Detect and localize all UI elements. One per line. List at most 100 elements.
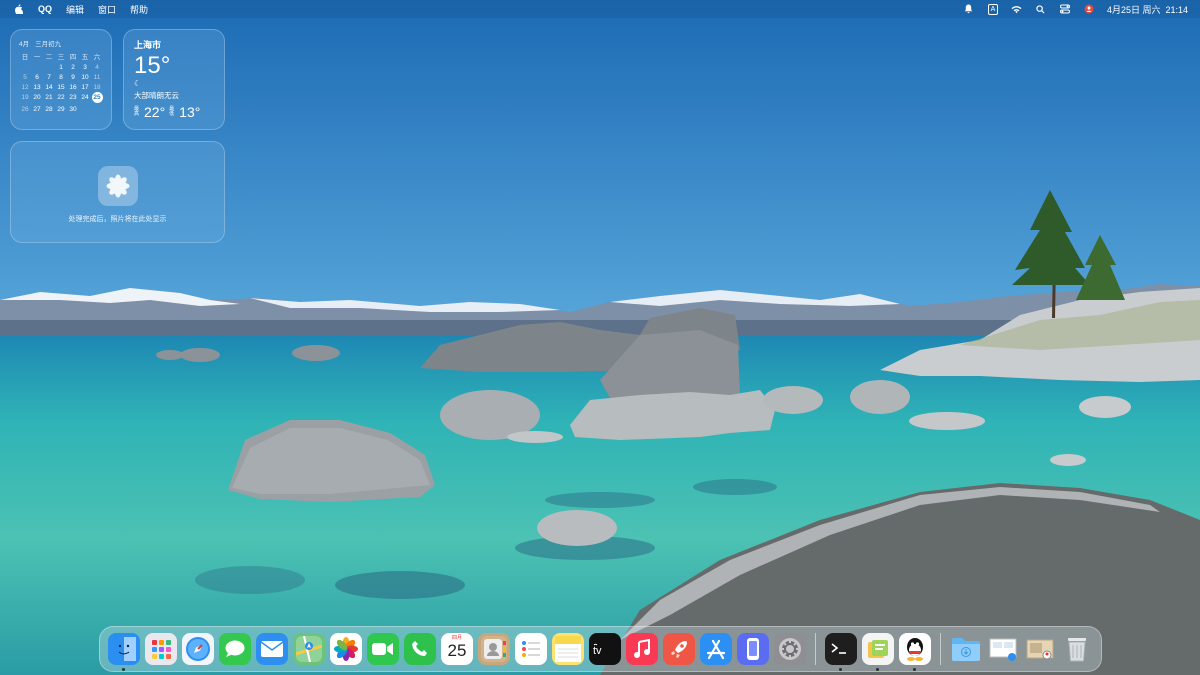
calendar-day[interactable]: 22 bbox=[55, 94, 67, 103]
calendar-day[interactable]: 13 bbox=[31, 84, 43, 91]
calendar-day[interactable]: 20 bbox=[31, 94, 43, 103]
dock-qq-icon[interactable] bbox=[899, 633, 931, 671]
user-profile-icon[interactable] bbox=[1083, 3, 1095, 15]
dock-system-settings-icon[interactable] bbox=[774, 633, 806, 665]
calendar-day[interactable]: 29 bbox=[55, 106, 67, 113]
calendar-lunar-date: 三月初九 bbox=[35, 41, 62, 48]
weather-city: 上海市 bbox=[134, 40, 162, 50]
bell-icon[interactable] bbox=[963, 3, 975, 15]
dock-iphone-mirroring-icon[interactable] bbox=[737, 633, 769, 665]
dock-safari-icon[interactable] bbox=[182, 633, 214, 665]
weather-high-label: 最高 bbox=[134, 106, 140, 117]
calendar-day[interactable]: 17 bbox=[79, 84, 91, 91]
weather-widget[interactable]: 上海市 15° ☾ 大部晴朗无云 最高 22° 最低 13° bbox=[123, 29, 225, 130]
dock-mail-icon[interactable] bbox=[256, 633, 288, 665]
calendar-day[interactable]: 27 bbox=[31, 106, 43, 113]
dock-calendar-icon[interactable]: 四月 25 bbox=[441, 633, 473, 665]
calendar-weekday: 二 bbox=[45, 54, 53, 61]
calendar-weekday: 五 bbox=[81, 54, 89, 61]
dock-trash-icon[interactable] bbox=[1061, 633, 1093, 665]
calendar-day[interactable]: 26 bbox=[19, 106, 31, 113]
calendar-day[interactable]: 6 bbox=[31, 74, 43, 81]
calendar-day[interactable]: 4 bbox=[91, 64, 103, 71]
svg-text:tv: tv bbox=[593, 645, 602, 656]
calendar-day[interactable]: 30 bbox=[67, 106, 79, 113]
dock-apple-tv-icon[interactable]: tv bbox=[589, 633, 621, 665]
calendar-day[interactable]: 3 bbox=[79, 64, 91, 71]
calendar-day[interactable]: 11 bbox=[91, 74, 103, 81]
input-method-icon[interactable]: A bbox=[987, 3, 999, 15]
calendar-weekday: 日 bbox=[21, 54, 29, 61]
calendar-day[interactable]: 16 bbox=[67, 84, 79, 91]
calendar-weekday: 一 bbox=[33, 54, 41, 61]
calendar-day[interactable]: 7 bbox=[43, 74, 55, 81]
wifi-icon[interactable] bbox=[1011, 3, 1023, 15]
dock-facetime-icon[interactable] bbox=[367, 633, 399, 665]
dock-reminders-icon[interactable] bbox=[515, 633, 547, 665]
calendar-widget[interactable]: 4月 三月初九 日一二三四五六 1 2 3 4 5 6 7 8 9 10 11 12 13 14 15 16 17… bbox=[10, 29, 112, 130]
moon-icon: ☾ bbox=[134, 79, 142, 88]
calendar-day[interactable]: 2 bbox=[67, 64, 79, 71]
dock-contacts-icon[interactable] bbox=[478, 633, 510, 665]
weather-low-label: 最低 bbox=[169, 106, 175, 117]
calendar-day[interactable]: 15 bbox=[55, 84, 67, 91]
weather-temperature: 15° bbox=[134, 52, 171, 79]
calendar-grid: 日一二三四五六 1 2 3 4 5 6 7 8 9 10 11 12 13 14 15 16 17 18 19 20 21… bbox=[19, 51, 103, 113]
dock: 四月 25 tv bbox=[99, 626, 1102, 672]
dock-screenshots-stack-icon[interactable] bbox=[1024, 633, 1056, 665]
dock-downloads-folder-icon[interactable] bbox=[950, 633, 982, 665]
calendar-today[interactable]: 25 bbox=[91, 92, 103, 103]
calendar-day[interactable]: 23 bbox=[67, 94, 79, 103]
apple-menu-icon[interactable] bbox=[12, 3, 24, 15]
calendar-day[interactable]: 8 bbox=[55, 74, 67, 81]
calendar-day[interactable]: 28 bbox=[43, 106, 55, 113]
calendar-day[interactable]: 9 bbox=[67, 74, 79, 81]
calendar-day[interactable]: 21 bbox=[43, 94, 55, 103]
calendar-day[interactable]: 12 bbox=[19, 84, 31, 91]
dock-notes-folder-app-icon[interactable] bbox=[862, 633, 894, 671]
menu-window[interactable]: 窗口 bbox=[98, 3, 116, 16]
dock-messages-icon[interactable] bbox=[219, 633, 251, 665]
calendar-empty-cell bbox=[43, 64, 55, 71]
dock-documents-stack-icon[interactable] bbox=[987, 633, 1019, 665]
dock-separator bbox=[940, 633, 941, 665]
menu-edit[interactable]: 编辑 bbox=[66, 3, 84, 16]
calendar-day[interactable]: 24 bbox=[79, 94, 91, 103]
weather-condition: 大部晴朗无云 bbox=[134, 91, 179, 100]
calendar-day[interactable]: 18 bbox=[91, 84, 103, 91]
dock-calendar-day: 25 bbox=[447, 641, 467, 660]
calendar-weekday: 四 bbox=[69, 54, 77, 61]
calendar-weekday: 三 bbox=[57, 54, 65, 61]
calendar-weekday: 六 bbox=[93, 54, 101, 61]
dock-maps-icon[interactable] bbox=[293, 633, 325, 665]
calendar-day[interactable]: 14 bbox=[43, 84, 55, 91]
dock-terminal-icon[interactable] bbox=[825, 633, 857, 671]
calendar-day[interactable]: 5 bbox=[19, 74, 31, 81]
dock-photos-icon[interactable] bbox=[330, 633, 362, 665]
menu-help[interactable]: 帮助 bbox=[130, 3, 148, 16]
photos-widget[interactable]: 处理完成后，照片将在此处显示 bbox=[10, 141, 225, 243]
weather-range: 最高 22° 最低 13° bbox=[134, 104, 214, 120]
dock-rocket-app-icon[interactable] bbox=[663, 633, 695, 665]
weather-high: 22° bbox=[144, 104, 166, 120]
dock-music-icon[interactable] bbox=[626, 633, 658, 665]
calendar-empty-cell bbox=[19, 64, 31, 71]
calendar-empty-cell bbox=[31, 64, 43, 71]
calendar-month: 4月 bbox=[19, 41, 30, 48]
calendar-day[interactable]: 10 bbox=[79, 74, 91, 81]
search-icon[interactable] bbox=[1035, 3, 1047, 15]
control-center-icon[interactable] bbox=[1059, 3, 1071, 15]
dock-finder-icon[interactable] bbox=[108, 633, 140, 671]
dock-phone-icon[interactable] bbox=[404, 633, 436, 665]
calendar-day[interactable]: 19 bbox=[19, 94, 31, 103]
calendar-day[interactable]: 1 bbox=[55, 64, 67, 71]
photos-flower-icon bbox=[97, 166, 138, 206]
dock-separator bbox=[815, 633, 816, 665]
menu-app-name[interactable]: QQ bbox=[38, 4, 52, 14]
photos-widget-message: 处理完成后，照片将在此处显示 bbox=[68, 216, 167, 223]
menu-bar-clock[interactable]: 4月25日 周六 21:14 bbox=[1107, 3, 1188, 16]
dock-app-store-icon[interactable] bbox=[700, 633, 732, 665]
dock-notes-icon[interactable] bbox=[552, 633, 584, 665]
dock-launchpad-icon[interactable] bbox=[145, 633, 177, 665]
weather-low: 13° bbox=[179, 104, 201, 120]
